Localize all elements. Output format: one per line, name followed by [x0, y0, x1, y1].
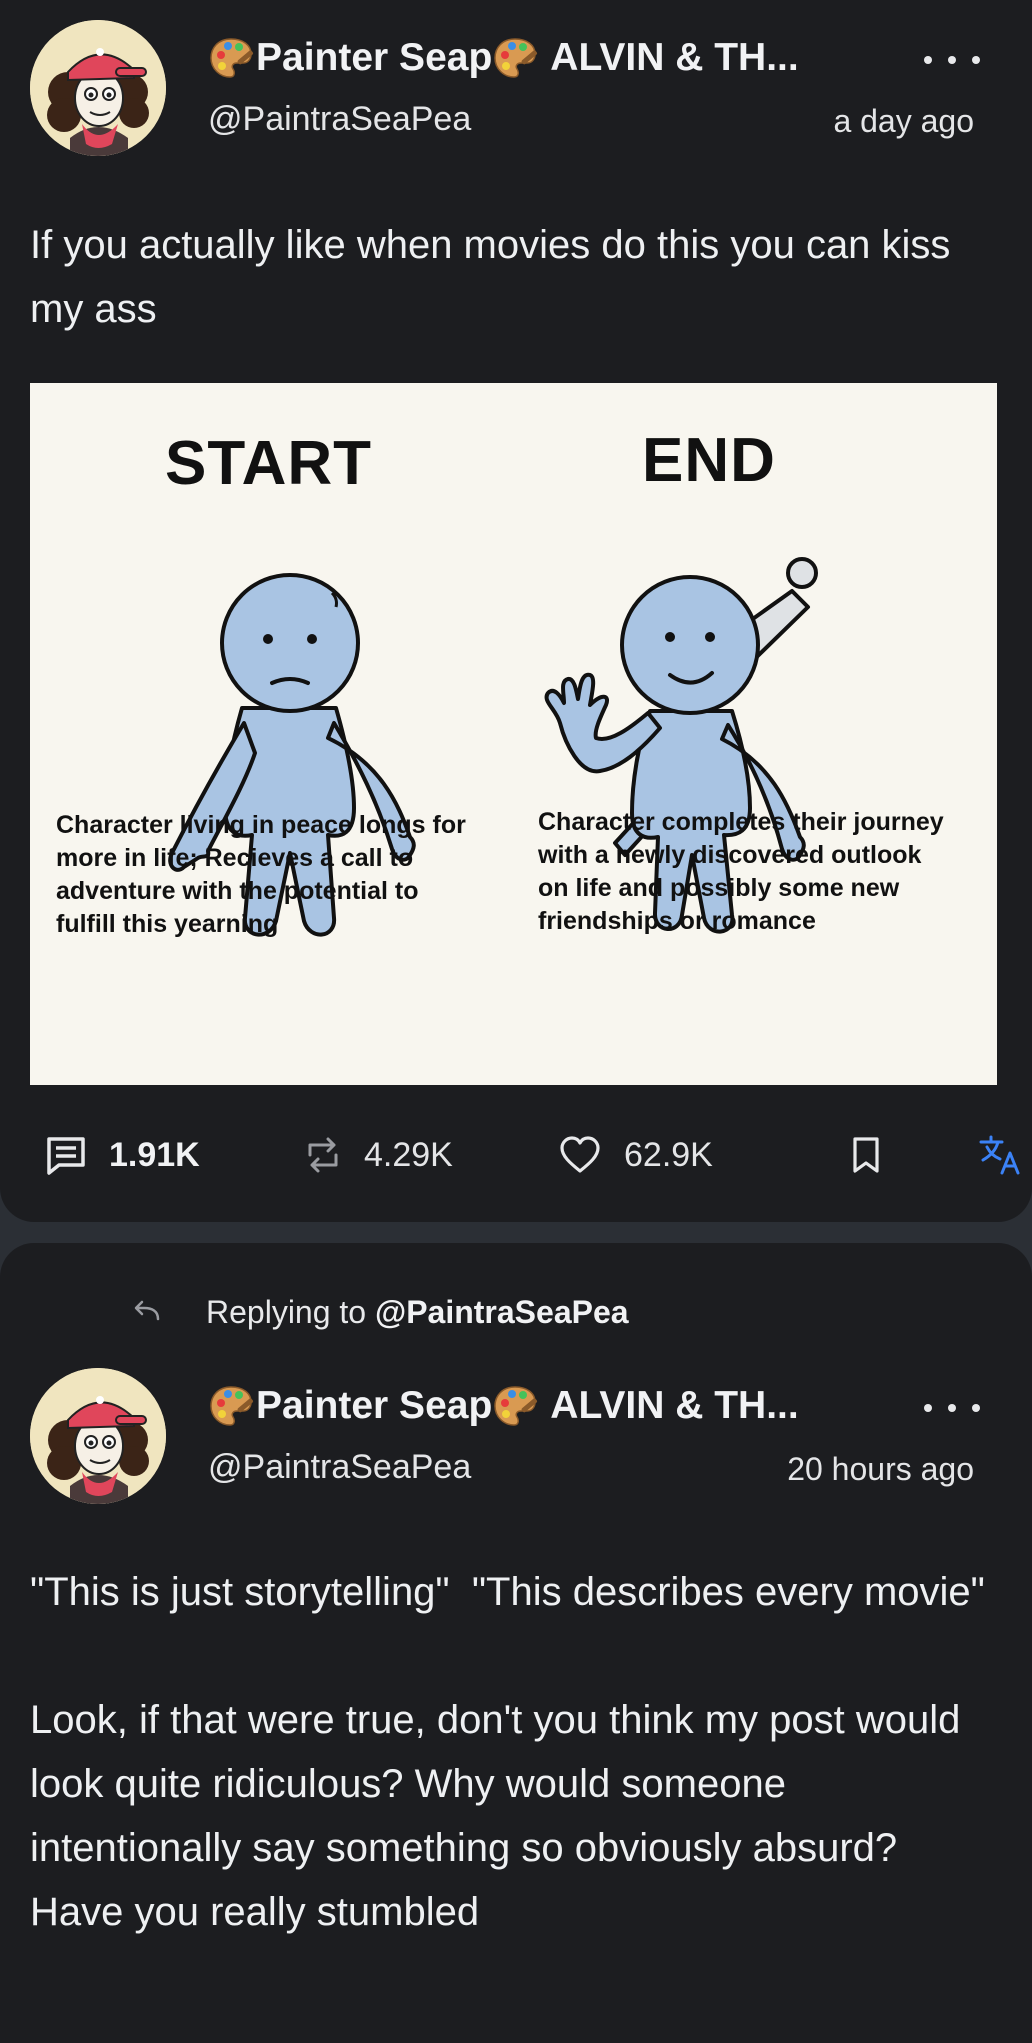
like-button[interactable]: 62.9K — [558, 1127, 713, 1183]
replying-to-row[interactable]: Replying to @PaintraSeaPea — [132, 1290, 629, 1334]
group-name[interactable]: ALVIN & TH... — [550, 36, 798, 80]
avatar-image — [30, 1368, 166, 1504]
like-count: 62.9K — [624, 1135, 713, 1174]
author-name[interactable]: Painter Seap — [256, 36, 492, 80]
avatar[interactable] — [30, 20, 166, 156]
comment-count: 1.91K — [109, 1135, 200, 1174]
palette-icon — [492, 1383, 538, 1429]
post-time: 20 hours ago — [787, 1451, 974, 1487]
palette-icon — [208, 35, 254, 81]
reply-body: "This is just storytelling" "This descri… — [30, 1570, 985, 1934]
more-options-icon[interactable] — [924, 1388, 980, 1428]
author-handle[interactable]: @PaintraSeaPea — [208, 1448, 471, 1487]
replying-to-handle[interactable]: @PaintraSeaPea — [375, 1294, 629, 1331]
palette-icon — [492, 35, 538, 81]
heart-icon — [560, 1136, 600, 1173]
bookmark-icon — [853, 1137, 879, 1173]
repost-icon — [308, 1137, 338, 1173]
comment-button[interactable]: 1.91K — [45, 1127, 200, 1183]
group-name[interactable]: ALVIN & TH... — [550, 1384, 798, 1428]
image-heading-start: START — [165, 429, 373, 498]
avatar-image — [30, 20, 166, 156]
post-time: a day ago — [833, 103, 974, 139]
bookmark-button[interactable] — [851, 1127, 881, 1183]
author-handle[interactable]: @PaintraSeaPea — [208, 100, 471, 139]
image-caption-start: Character living in peace longs for more… — [56, 811, 466, 938]
author-row[interactable]: Painter Seap ALVIN & TH... — [208, 33, 978, 83]
post-card[interactable]: Painter Seap ALVIN & TH... @PaintraSeaPe… — [0, 0, 1032, 1222]
replying-prefix: Replying to — [206, 1293, 367, 1330]
post-actions: 1.91K 4.29K 62.9K — [0, 1127, 1032, 1183]
author-name[interactable]: Painter Seap — [256, 1384, 492, 1428]
repost-button[interactable]: 4.29K — [304, 1127, 453, 1183]
reply-arrow-icon — [134, 1300, 160, 1321]
repost-count: 4.29K — [364, 1135, 453, 1174]
comment-icon — [47, 1137, 85, 1175]
more-options-icon[interactable] — [924, 40, 980, 80]
palette-icon — [208, 1383, 254, 1429]
image-heading-end: END — [642, 426, 776, 495]
avatar[interactable] — [30, 1368, 166, 1504]
image-caption-end: Character completes their journey with a… — [538, 808, 944, 935]
post-image[interactable]: START END Character living in peace long… — [30, 383, 997, 1085]
author-row[interactable]: Painter Seap ALVIN & TH... — [208, 1381, 978, 1431]
translate-button[interactable] — [978, 1127, 1022, 1183]
post-body: If you actually like when movies do this… — [30, 223, 962, 331]
translate-icon — [979, 1135, 1020, 1175]
